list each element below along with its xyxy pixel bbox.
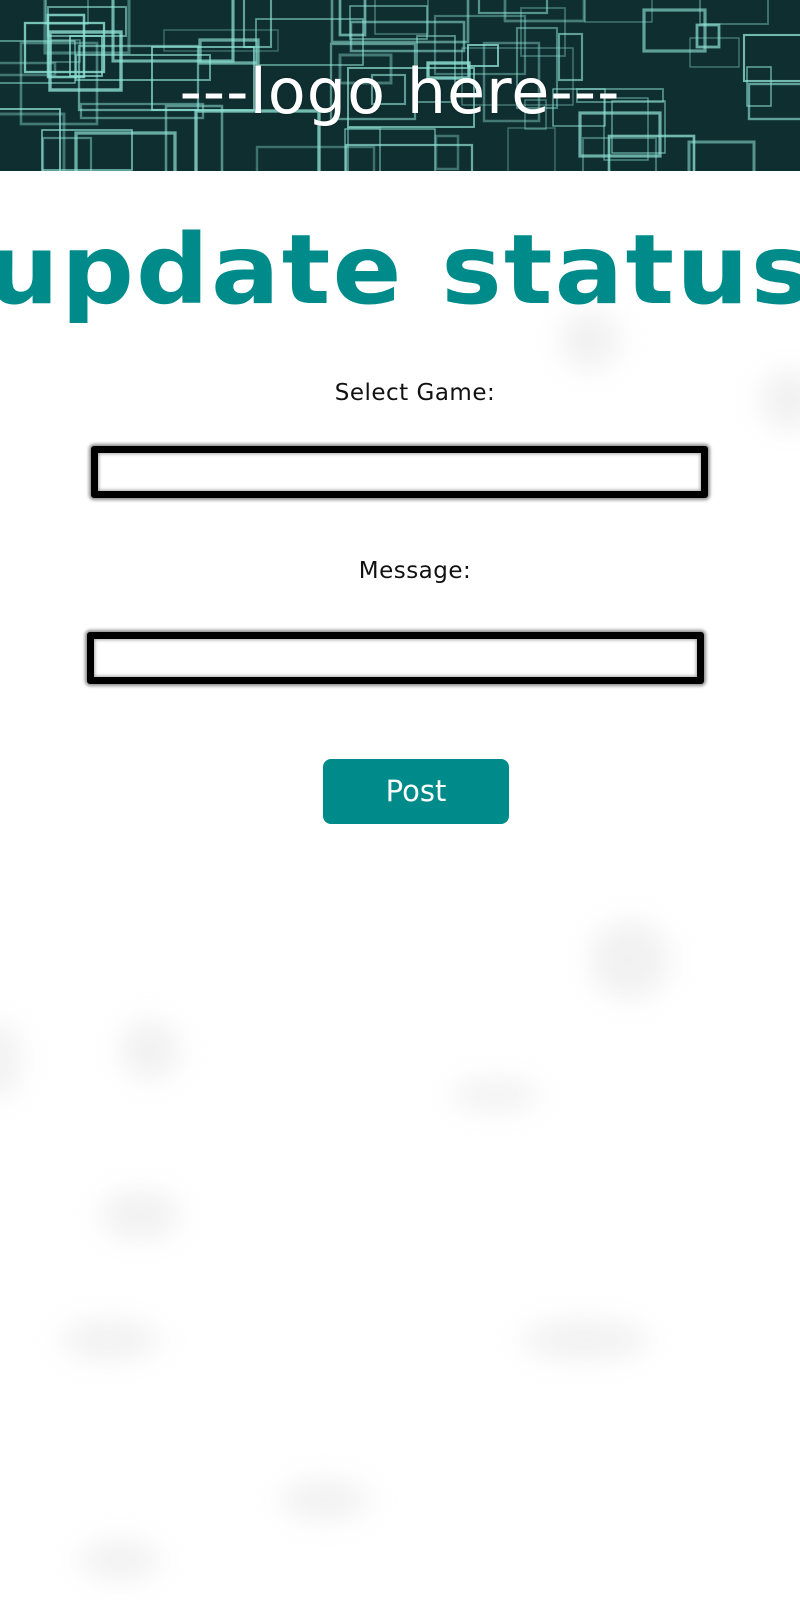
circuit-line <box>503 0 586 23</box>
post-button[interactable]: Post <box>323 759 509 824</box>
circuit-line <box>584 0 653 23</box>
page: ---logo here--- update status Select Gam… <box>0 0 800 1600</box>
message-field[interactable] <box>87 632 704 684</box>
background-blob <box>590 920 670 1000</box>
circuit-line <box>695 23 721 49</box>
header-banner: ---logo here--- <box>0 0 800 171</box>
message-label: Message: <box>358 558 472 584</box>
circuit-line <box>699 0 769 25</box>
background-blob <box>80 1540 160 1580</box>
circuit-line <box>255 145 376 171</box>
circuit-line <box>45 0 89 25</box>
background-blob <box>60 1320 160 1360</box>
background-blob <box>120 1020 180 1080</box>
update-status-form: update status Select Game: Message: Post <box>0 171 800 871</box>
circuit-line <box>507 127 556 171</box>
circuit-line <box>41 136 93 171</box>
circuit-line <box>344 128 436 171</box>
circuit-line <box>374 0 429 35</box>
background-blob <box>280 1480 370 1520</box>
background-blob <box>100 1190 180 1240</box>
page-title: update status <box>0 214 800 326</box>
background-blob <box>520 1320 650 1360</box>
circuit-line <box>477 0 549 15</box>
logo-placeholder: ---logo here--- <box>179 55 621 128</box>
background-blob <box>450 1080 540 1110</box>
circuit-line <box>687 140 756 171</box>
circuit-line <box>347 127 381 171</box>
circuit-line <box>41 129 133 171</box>
background-blob <box>0 1020 20 1100</box>
circuit-line <box>344 143 474 171</box>
select-game-field[interactable] <box>91 446 708 498</box>
select-game-label: Select Game: <box>334 380 496 406</box>
circuit-line <box>434 134 460 171</box>
